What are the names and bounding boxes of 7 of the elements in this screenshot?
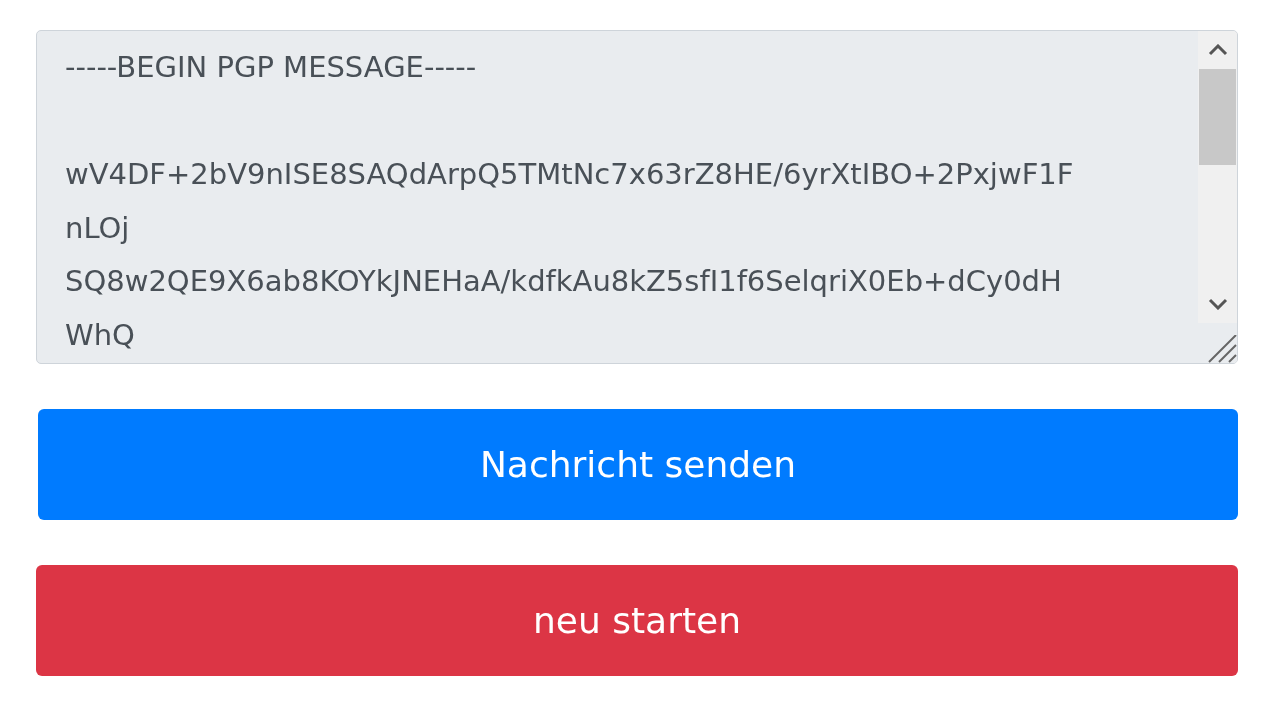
message-line: nLOj: [65, 209, 131, 247]
message-line: WhQ: [65, 316, 136, 354]
message-line: wV4DF+2bV9nISE8SAQdArpQ5TMtNc7x63rZ8HE/6yrXtIBO+2PxjwF1F: [65, 156, 1075, 193]
send-button[interactable]: Nachricht senden: [38, 409, 1238, 520]
restart-button[interactable]: neu starten: [36, 565, 1238, 676]
message-line: SQ8w2QE9X6ab8KOYkJNEHaA/kdfkAu8kZ5sfI1f6SelqriX0Eb+dCy0dH: [65, 263, 1063, 300]
message-header: -----BEGIN PGP MESSAGE-----: [65, 49, 478, 86]
